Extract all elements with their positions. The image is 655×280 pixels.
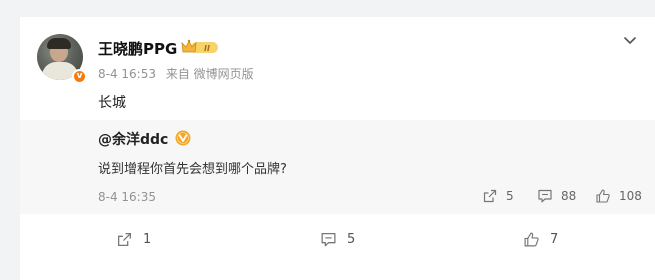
weibo-post-card: v 王晓鹏PPG II 8-4 16:53 来自 微博网页版 长城 @余洋ddc… bbox=[20, 17, 655, 280]
quoted-post[interactable]: @余洋ddc 说到增程你首先会想到哪个品牌? 8-4 16:35 5 88 10… bbox=[20, 120, 655, 214]
repost-icon bbox=[118, 233, 131, 246]
quoted-comment-button[interactable]: 88 bbox=[537, 188, 576, 204]
quoted-like-count: 108 bbox=[619, 189, 642, 203]
repost-icon bbox=[483, 189, 497, 203]
thumbs-up-icon bbox=[524, 232, 539, 247]
quoted-repost-count: 5 bbox=[506, 189, 514, 203]
orange-v-icon: v bbox=[72, 69, 87, 84]
quoted-username[interactable]: @余洋ddc bbox=[98, 129, 168, 149]
comment-button[interactable]: 5 bbox=[320, 231, 355, 248]
like-button[interactable]: 7 bbox=[523, 231, 558, 248]
like-count: 7 bbox=[550, 232, 559, 247]
badge-text: II bbox=[204, 44, 210, 53]
comment-icon bbox=[321, 233, 336, 247]
post-content: 长城 bbox=[98, 95, 126, 111]
quoted-text: 说到增程你首先会想到哪个品牌? bbox=[98, 162, 287, 177]
comment-icon bbox=[538, 189, 552, 203]
comment-count: 5 bbox=[347, 232, 356, 247]
thumbs-up-icon bbox=[596, 189, 610, 203]
quoted-comment-count: 88 bbox=[561, 189, 577, 203]
quoted-like-button[interactable]: 108 bbox=[595, 188, 642, 204]
post-username[interactable]: 王晓鹏PPG bbox=[98, 38, 177, 59]
crown-level-badge-icon: II bbox=[181, 39, 218, 53]
chevron-down-icon[interactable] bbox=[622, 32, 638, 48]
post-source: 来自 微博网页版 bbox=[165, 67, 254, 81]
quoted-repost-button[interactable]: 5 bbox=[482, 188, 514, 204]
repost-count: 1 bbox=[143, 232, 152, 247]
repost-button[interactable]: 1 bbox=[116, 231, 151, 248]
gold-v-icon bbox=[175, 130, 191, 146]
post-meta: 8-4 16:53 来自 微博网页版 bbox=[98, 65, 254, 82]
post-time[interactable]: 8-4 16:53 bbox=[98, 67, 156, 81]
quoted-time[interactable]: 8-4 16:35 bbox=[98, 190, 156, 204]
feed-top-band bbox=[0, 0, 655, 8]
